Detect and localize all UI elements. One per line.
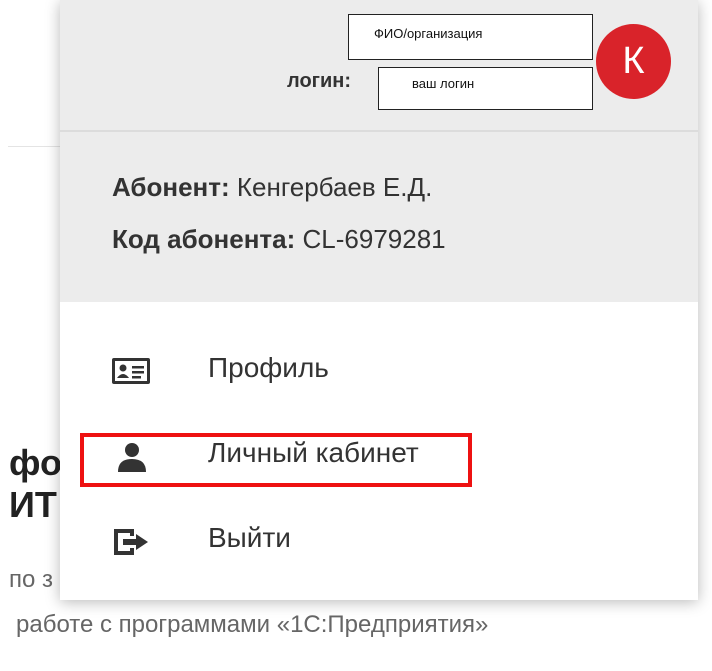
avatar[interactable]: К: [596, 24, 671, 99]
subscriber-code-row: Код абонента: CL-6979281: [112, 224, 446, 255]
background-text-line2: работе с программами «1С:Предприятия»: [16, 611, 489, 638]
background-heading-line2: ИТ: [9, 484, 57, 525]
subscriber-label: Абонент:: [112, 172, 230, 202]
subscriber-info: Абонент: Кенгербаев Е.Д. Код абонента: C…: [60, 132, 698, 302]
menu-item-logout-label: Выйти: [208, 522, 291, 553]
subscriber-row: Абонент: Кенгербаев Е.Д.: [112, 172, 432, 203]
login-label: логин:: [287, 70, 352, 92]
user-icon: [110, 441, 154, 473]
dropdown-header: ФИО/организация логин: ваш логин К: [60, 0, 698, 130]
menu-item-profile[interactable]: Профиль: [60, 342, 698, 398]
background-heading-line1: фо: [9, 442, 63, 483]
name-field[interactable]: ФИО/организация: [348, 14, 593, 60]
menu-item-profile-label: Профиль: [208, 352, 329, 383]
subscriber-code-label: Код абонента:: [112, 224, 296, 254]
subscriber-code-value: CL-6979281: [302, 224, 446, 254]
menu-item-personal-account[interactable]: Личный кабинет: [60, 427, 698, 483]
background-text-line1: по з: [9, 566, 54, 593]
login-field-placeholder: ваш логин: [412, 76, 475, 91]
name-field-placeholder: ФИО/организация: [374, 26, 483, 41]
menu-item-logout[interactable]: Выйти: [60, 512, 698, 568]
logout-icon: [110, 526, 154, 558]
login-field[interactable]: ваш логин: [378, 67, 593, 110]
id-card-icon: [110, 356, 154, 388]
user-dropdown-menu: ФИО/организация логин: ваш логин К Абоне…: [60, 0, 698, 600]
menu-item-personal-account-label: Личный кабинет: [208, 437, 419, 468]
subscriber-value: Кенгербаев Е.Д.: [236, 172, 433, 202]
avatar-letter: К: [622, 40, 645, 82]
background-divider: [8, 146, 68, 147]
